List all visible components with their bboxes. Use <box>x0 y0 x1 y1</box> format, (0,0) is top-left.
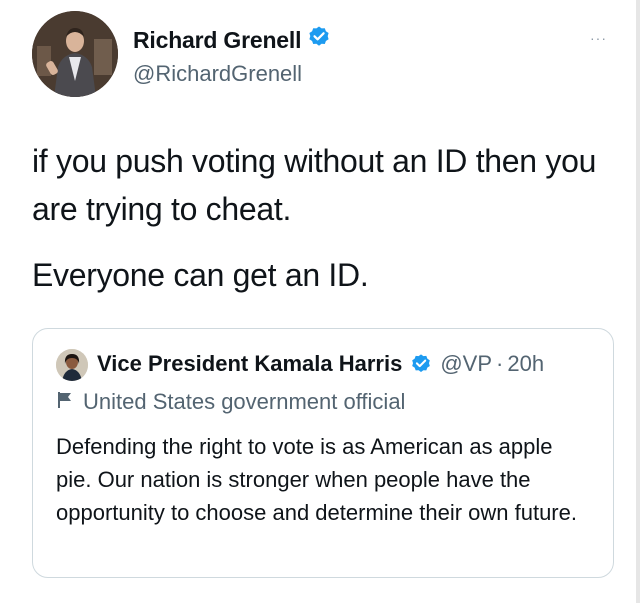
tweet-body: if you push voting without an ID then yo… <box>32 137 622 317</box>
quoted-tweet-card[interactable]: Vice President Kamala Harris @VP · 20h U… <box>32 328 614 578</box>
separator-dot: · <box>496 351 504 376</box>
tweet-paragraph: Everyone can get an ID. <box>32 257 369 293</box>
verified-badge-icon <box>410 353 432 375</box>
quoted-author-name[interactable]: Vice President Kamala Harris <box>97 351 402 377</box>
quoted-tweet-timestamp[interactable]: 20h <box>507 351 544 377</box>
author-avatar[interactable] <box>32 11 118 97</box>
scroll-edge-divider <box>636 0 640 603</box>
tweet-paragraph: if you push voting without an ID then yo… <box>32 143 597 227</box>
more-options-icon[interactable]: ··· <box>590 30 607 46</box>
quoted-author-avatar[interactable] <box>56 349 88 381</box>
government-label-text: United States government official <box>83 389 406 414</box>
author-handle[interactable]: @RichardGrenell <box>133 61 302 87</box>
government-label[interactable]: United States government official <box>57 389 405 415</box>
quoted-tweet-header: Vice President Kamala Harris @VP · 20h <box>97 351 544 377</box>
person-photo-icon <box>32 11 118 97</box>
author-name-text: Richard Grenell <box>133 26 302 53</box>
quoted-author-handle[interactable]: @VP <box>440 351 492 377</box>
author-name[interactable]: Richard Grenell <box>133 25 331 55</box>
flag-icon <box>57 389 73 415</box>
quoted-tweet-text: Defending the right to vote is as Americ… <box>56 434 577 525</box>
person-photo-icon <box>56 349 88 381</box>
verified-badge-icon <box>307 25 331 55</box>
